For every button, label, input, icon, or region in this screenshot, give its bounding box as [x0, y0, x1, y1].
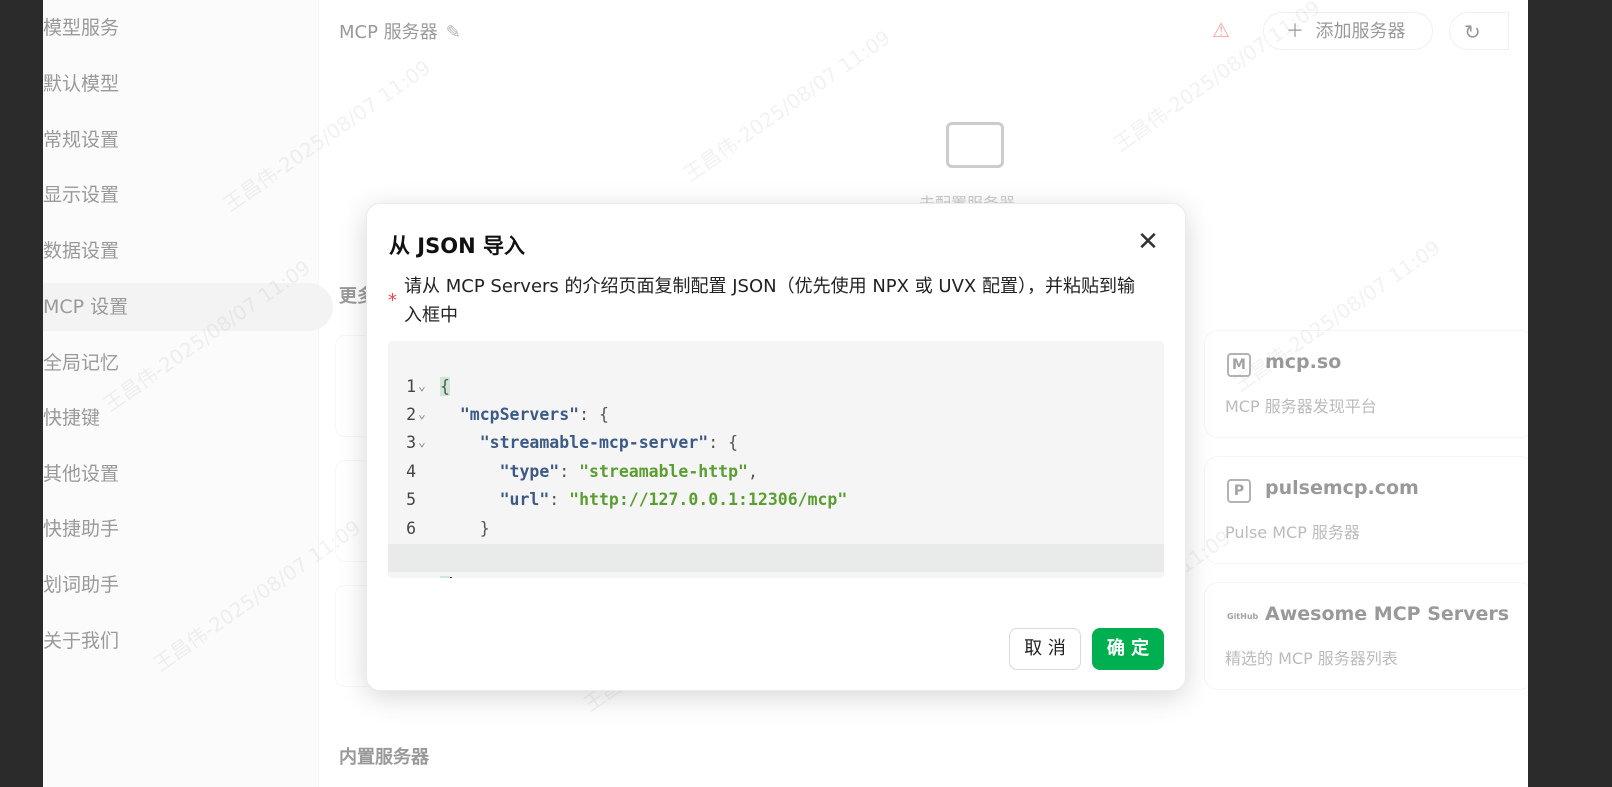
code-line: 7 }	[388, 515, 1164, 566]
import-json-dialog: 从 JSON 导入 ✕ * 请从 MCP Servers 的介绍页面复制配置 J…	[366, 203, 1186, 691]
cancel-button[interactable]: 取 消	[1009, 628, 1081, 670]
code-line: 3 ⌄ "streamable-mcp-server": {	[388, 401, 1164, 452]
text-cursor	[449, 576, 452, 578]
settings-window: 模型服务 默认模型 常规设置 显示设置 数据设置 MCP 设置 全局记忆 快捷键…	[43, 0, 1528, 787]
code-token: }	[440, 576, 450, 578]
code-line: 1 ⌄{	[388, 345, 1164, 396]
code-line: 5 "url": "http://127.0.0.1:12306/mcp"	[388, 458, 1164, 509]
code-line-active: 8}	[388, 544, 1164, 578]
json-code-editor[interactable]: 1 ⌄{ 2 ⌄ "mcpServers": { 3 ⌄ "streamable-mc…	[388, 341, 1164, 578]
line-number: 8	[400, 572, 416, 578]
close-icon[interactable]: ✕	[1132, 226, 1164, 258]
code-line: 6 }	[388, 487, 1164, 538]
required-mark: *	[388, 290, 397, 311]
code-line: 2 ⌄ "mcpServers": {	[388, 373, 1164, 424]
dialog-title: 从 JSON 导入	[389, 234, 525, 258]
code-line: 4 "type": "streamable-http",	[388, 430, 1164, 481]
dialog-description: 请从 MCP Servers 的介绍页面复制配置 JSON（优先使用 NPX 或…	[404, 276, 1135, 326]
confirm-button[interactable]: 确 定	[1092, 628, 1164, 670]
